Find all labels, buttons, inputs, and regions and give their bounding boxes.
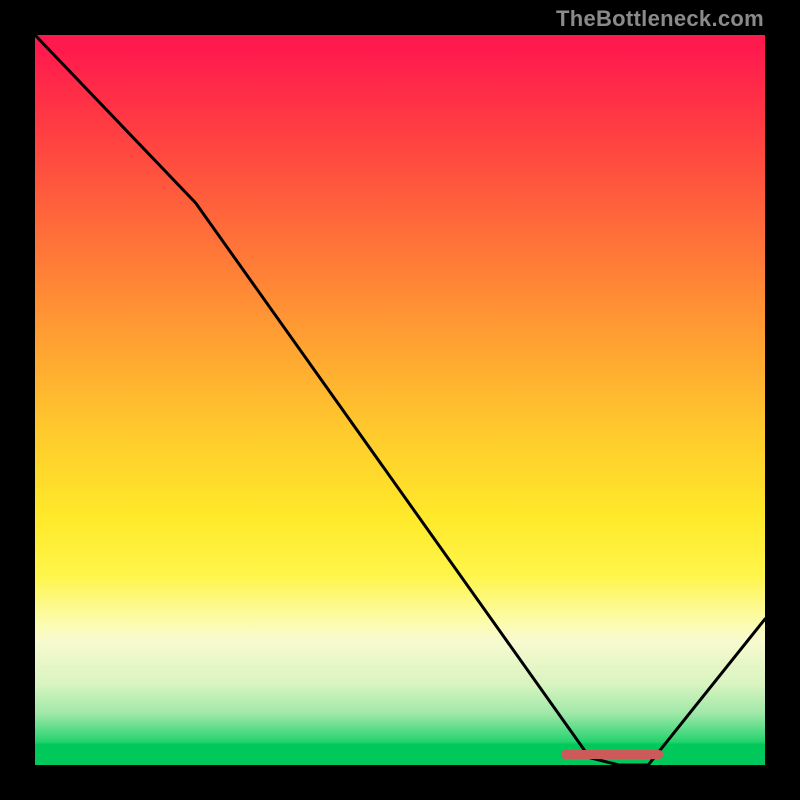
chart-frame: TheBottleneck.com — [0, 0, 800, 800]
watermark-text: TheBottleneck.com — [556, 6, 764, 32]
highlight-bar — [561, 750, 663, 759]
plot-area — [35, 35, 765, 765]
curve-path — [35, 35, 765, 765]
line-series — [35, 35, 765, 765]
